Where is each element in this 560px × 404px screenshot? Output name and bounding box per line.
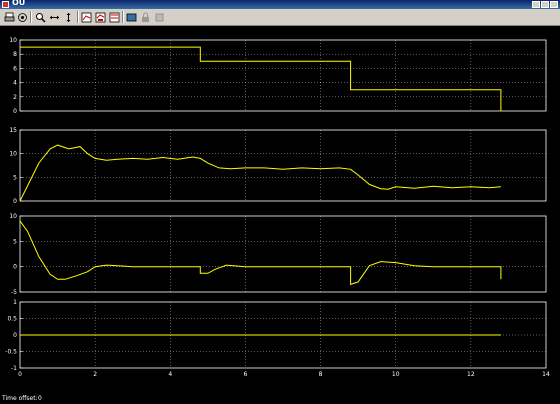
x-tick-label: 6 [244, 371, 248, 378]
parameters-icon[interactable] [16, 11, 28, 23]
signal-trace [20, 46, 502, 111]
y-tick-label: -0.5 [5, 349, 17, 356]
scope-axes-1: 0 2 4 6 8 10 [9, 37, 547, 115]
status-bar: Time offset: 0 [0, 393, 560, 404]
x-tick-label: 0 [18, 371, 22, 378]
x-tick-label: 10 [392, 371, 400, 378]
floating-scope-icon[interactable] [125, 11, 137, 23]
close-button[interactable] [550, 1, 558, 8]
scope-axes-4: -1-0.500.510 2 4 6 8 10 12 14 [5, 299, 550, 378]
restore-axes-icon[interactable] [108, 11, 120, 23]
y-tick-label: 0 [13, 264, 17, 271]
x-tick-label: 2 [93, 371, 97, 378]
signal-selection-icon[interactable] [153, 11, 165, 23]
toolbar-separator [122, 11, 124, 23]
y-tick-label: 6 [13, 65, 17, 72]
title-bar[interactable]: OU [0, 0, 560, 9]
y-tick-label: 0 [13, 198, 17, 205]
axes-frame [19, 129, 547, 202]
save-axes-icon[interactable] [94, 11, 106, 23]
y-tick-label: 10 [9, 151, 17, 158]
x-tick-label: 8 [319, 371, 323, 378]
time-offset-value: 0 [38, 395, 42, 402]
y-tick-label: 1 [13, 299, 17, 306]
minimize-button[interactable] [532, 1, 540, 8]
maximize-button[interactable] [541, 1, 549, 8]
y-tick-label: -5 [11, 289, 17, 296]
autoscale-icon[interactable] [80, 11, 92, 23]
y-tick-label: 8 [13, 51, 17, 58]
y-tick-label: 4 [13, 80, 17, 87]
y-tick-label: 15 [9, 127, 17, 134]
scope-window: OU 0 2 4 6 8 10 0 5 10 15 -5 0 5 10 -1 -… [0, 0, 560, 404]
axes-frame [19, 215, 547, 293]
scope-axes-2: 0 5 10 15 [9, 127, 547, 205]
zoom-x-icon[interactable] [48, 11, 60, 23]
print-icon[interactable] [3, 11, 15, 23]
scope-app-icon [2, 1, 9, 8]
y-tick-label: 0 [13, 108, 17, 115]
signal-trace [19, 220, 502, 286]
zoom-y-icon[interactable] [62, 11, 74, 23]
scope-axes-3: -5 0 5 10 [9, 213, 547, 296]
y-tick-label: -1 [11, 365, 17, 372]
x-tick-label: 4 [168, 371, 172, 378]
scope-plot-area: 0246810051015-50510-1-0.500.510 2 4 6 8 10 12 1… [5, 37, 550, 378]
y-tick-label: 0.5 [7, 316, 17, 323]
toolbar [0, 9, 560, 26]
y-tick-label: 0 [13, 332, 17, 339]
toolbar-separator [30, 11, 32, 23]
axes-frame [19, 39, 547, 112]
zoom-icon[interactable] [34, 11, 46, 23]
y-tick-label: 5 [13, 238, 17, 245]
y-tick-label: 5 [13, 174, 17, 181]
window-title: OU [12, 0, 26, 7]
x-tick-label: 12 [467, 371, 475, 378]
time-offset-label: Time offset: [2, 395, 38, 402]
x-tick-label: 14 [542, 371, 550, 378]
toolbar-separator [77, 11, 79, 23]
y-tick-label: 2 [13, 94, 17, 101]
y-tick-label: 10 [9, 213, 17, 220]
y-tick-label: 10 [9, 37, 17, 44]
lock-axes-icon[interactable] [139, 11, 151, 23]
